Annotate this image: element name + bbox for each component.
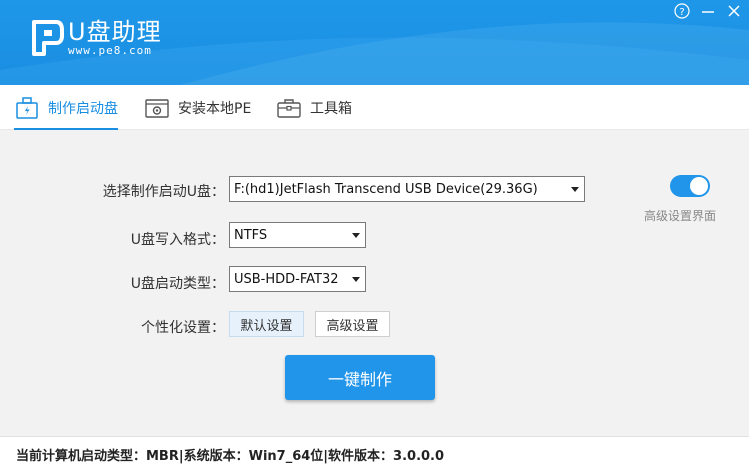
device-label: 选择制作启动U盘： xyxy=(102,184,225,200)
format-select-value: NTFS xyxy=(234,227,268,243)
advanced-interface-label: 高级设置界面 xyxy=(644,209,717,223)
tab-label: 安装本地PE xyxy=(178,100,252,117)
format-select[interactable]: NTFS xyxy=(229,222,366,248)
boot-type-select[interactable]: USB-HDD-FAT32 xyxy=(229,266,366,292)
status-bar: 当前计算机启动类型：MBR|系统版本：Win7_64位|软件版本：3.0.0.0 xyxy=(0,436,749,471)
title-bar: U盘助理 www.pe8.com ? xyxy=(0,0,749,85)
personalization-label: 个性化设置： xyxy=(141,320,225,336)
minimize-button[interactable] xyxy=(699,2,717,20)
close-icon xyxy=(728,5,740,17)
window-controls: ? xyxy=(673,2,743,20)
minimize-icon xyxy=(702,11,714,13)
dropdown-arrow-icon xyxy=(352,233,360,238)
tab-make-boot-disk[interactable]: 制作启动盘 xyxy=(14,85,118,131)
tab-bar: 制作启动盘 安装本地PE 工具箱 xyxy=(0,85,749,131)
one-click-make-button[interactable]: 一键制作 xyxy=(285,355,435,400)
status-text: 当前计算机启动类型：MBR|系统版本：Win7_64位|软件版本：3.0.0.0 xyxy=(16,448,445,464)
boot-type-select-value: USB-HDD-FAT32 xyxy=(234,271,339,287)
gear-install-icon xyxy=(145,98,169,118)
tab-install-local-pe[interactable]: 安装本地PE xyxy=(144,85,251,130)
tab-label: 制作启动盘 xyxy=(48,100,118,117)
svg-text:?: ? xyxy=(679,7,684,18)
app-title: U盘助理 xyxy=(68,18,162,46)
tab-label: 工具箱 xyxy=(310,100,352,117)
device-select[interactable]: F:(hd1)JetFlash Transcend USB Device(29.… xyxy=(229,176,585,202)
tab-toolbox[interactable]: 工具箱 xyxy=(276,85,352,130)
dropdown-arrow-icon xyxy=(571,187,579,192)
main-panel: 选择制作启动U盘： F:(hd1)JetFlash Transcend USB … xyxy=(0,130,749,436)
advanced-settings-button[interactable]: 高级设置 xyxy=(315,311,390,337)
default-settings-button[interactable]: 默认设置 xyxy=(229,311,304,337)
help-button[interactable]: ? xyxy=(673,2,691,20)
format-label: U盘写入格式： xyxy=(130,232,225,248)
advanced-interface-toggle[interactable] xyxy=(670,175,710,197)
help-icon: ? xyxy=(674,3,690,19)
app-url: www.pe8.com xyxy=(68,44,152,57)
dropdown-arrow-icon xyxy=(352,277,360,282)
toggle-knob xyxy=(690,177,708,195)
toolbox-icon xyxy=(277,98,301,118)
boot-type-label: U盘启动类型： xyxy=(130,276,225,292)
app-logo: U盘助理 www.pe8.com xyxy=(30,18,162,58)
logo-icon xyxy=(32,20,64,56)
usb-drive-icon xyxy=(16,96,38,119)
device-select-value: F:(hd1)JetFlash Transcend USB Device(29.… xyxy=(234,181,538,197)
close-button[interactable] xyxy=(725,2,743,20)
logo-text: U盘助理 www.pe8.com xyxy=(68,19,162,57)
